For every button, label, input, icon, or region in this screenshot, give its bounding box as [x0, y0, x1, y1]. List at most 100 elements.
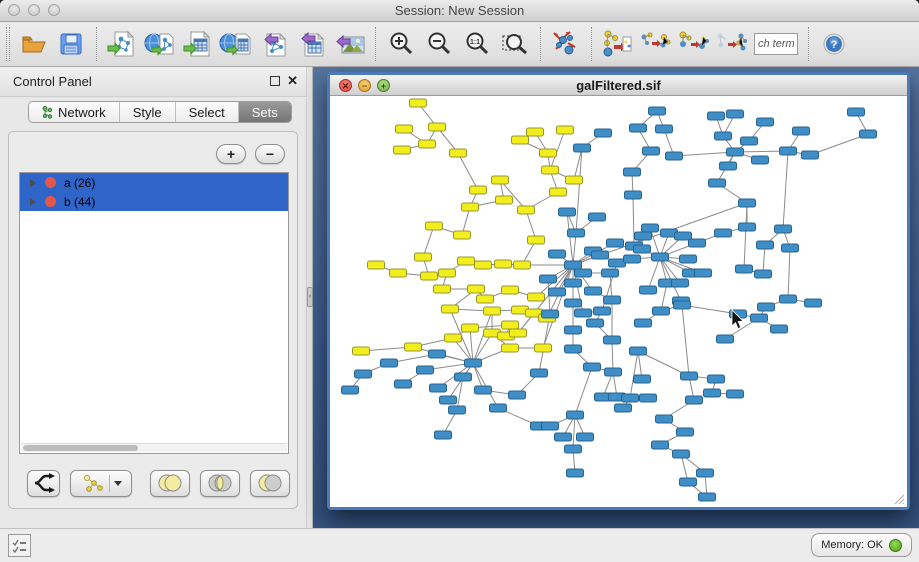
graph-node-yellow[interactable] [502, 286, 519, 294]
graph-node-blue[interactable] [652, 441, 669, 449]
graph-node-blue[interactable] [624, 168, 641, 176]
set-intersection-tool-button[interactable] [676, 27, 710, 61]
graph-node-yellow[interactable] [535, 344, 552, 352]
graph-node-yellow[interactable] [527, 128, 544, 136]
graph-node-blue[interactable] [565, 299, 582, 307]
graph-node-yellow[interactable] [540, 149, 557, 157]
graph-node-blue[interactable] [475, 386, 492, 394]
graph-node-blue[interactable] [577, 433, 594, 441]
graph-node-blue[interactable] [575, 269, 592, 277]
graph-node-blue[interactable] [689, 239, 706, 247]
graph-node-blue[interactable] [757, 118, 774, 126]
graph-node-blue[interactable] [589, 213, 606, 221]
graph-node-blue[interactable] [555, 433, 572, 441]
graph-node-blue[interactable] [417, 366, 434, 374]
task-history-button[interactable] [8, 534, 31, 557]
graph-node-blue[interactable] [565, 445, 582, 453]
graph-node-blue[interactable] [715, 229, 732, 237]
graph-node-blue[interactable] [656, 415, 673, 423]
create-set-from-selection-button[interactable] [70, 470, 132, 497]
graph-node-blue[interactable] [540, 275, 557, 283]
graph-node-blue[interactable] [567, 411, 584, 419]
graph-node-yellow[interactable] [462, 203, 479, 211]
graph-node-yellow[interactable] [492, 176, 509, 184]
graph-node-yellow[interactable] [514, 261, 531, 269]
graph-node-yellow[interactable] [542, 166, 559, 174]
graph-node-blue[interactable] [625, 191, 642, 199]
graph-node-yellow[interactable] [484, 307, 501, 315]
graph-node-blue[interactable] [727, 390, 744, 398]
graph-node-blue[interactable] [595, 129, 612, 137]
graph-node-blue[interactable] [715, 132, 732, 140]
import-network-url-button[interactable] [143, 27, 177, 61]
graph-node-blue[interactable] [640, 286, 657, 294]
graph-node-blue[interactable] [430, 384, 447, 392]
graph-node-blue[interactable] [609, 259, 626, 267]
graph-edge[interactable] [744, 203, 747, 269]
graph-node-blue[interactable] [565, 326, 582, 334]
graph-node-blue[interactable] [607, 239, 624, 247]
graph-node-blue[interactable] [680, 478, 697, 486]
graph-edge[interactable] [612, 340, 613, 372]
zoom-actual-button[interactable]: 1:1 [460, 27, 494, 61]
graph-node-yellow[interactable] [368, 261, 385, 269]
graph-node-blue[interactable] [727, 148, 744, 156]
graph-node-blue[interactable] [802, 151, 819, 159]
graph-node-blue[interactable] [542, 310, 559, 318]
venn-intersection-button[interactable] [200, 470, 240, 497]
graph-node-blue[interactable] [604, 296, 621, 304]
graph-edge[interactable] [575, 367, 592, 415]
graph-node-blue[interactable] [741, 137, 758, 145]
graph-node-blue[interactable] [575, 309, 592, 317]
graph-node-blue[interactable] [793, 127, 810, 135]
graph-node-blue[interactable] [630, 347, 647, 355]
graph-node-blue[interactable] [680, 255, 697, 263]
graph-node-yellow[interactable] [426, 222, 443, 230]
graph-node-yellow[interactable] [518, 206, 535, 214]
scrollbar-thumb[interactable] [23, 445, 138, 451]
graph-node-blue[interactable] [449, 406, 466, 414]
graph-node-blue[interactable] [672, 279, 689, 287]
graph-node-blue[interactable] [634, 245, 651, 253]
graph-node-blue[interactable] [429, 350, 446, 358]
graph-node-blue[interactable] [559, 208, 576, 216]
network-view-window[interactable]: ✕ − + galFiltered.sif [327, 72, 910, 510]
graph-node-yellow[interactable] [502, 344, 519, 352]
graph-node-blue[interactable] [708, 375, 725, 383]
set-difference-tool-button[interactable] [714, 27, 748, 61]
graph-node-blue[interactable] [435, 431, 452, 439]
graph-node-blue[interactable] [848, 108, 865, 116]
graph-node-blue[interactable] [758, 303, 775, 311]
zoom-out-button[interactable] [422, 27, 456, 61]
zoom-selected-button[interactable] [498, 27, 532, 61]
graph-node-yellow[interactable] [450, 149, 467, 157]
export-network-button[interactable] [257, 27, 291, 61]
graph-node-yellow[interactable] [495, 260, 512, 268]
import-table-file-button[interactable] [181, 27, 215, 61]
graph-node-blue[interactable] [686, 396, 703, 404]
graph-node-blue[interactable] [677, 428, 694, 436]
graph-node-blue[interactable] [805, 299, 822, 307]
list-item-set-a[interactable]: a (26) [20, 173, 288, 192]
set-union-tool-button[interactable] [638, 27, 672, 61]
expand-arrow-icon[interactable] [30, 198, 36, 206]
graph-node-blue[interactable] [381, 359, 398, 367]
graph-node-blue[interactable] [602, 269, 619, 277]
graph-node-blue[interactable] [587, 319, 604, 327]
import-table-url-button[interactable] [219, 27, 253, 61]
graph-node-blue[interactable] [720, 162, 737, 170]
graph-node-yellow[interactable] [394, 146, 411, 154]
graph-node-blue[interactable] [775, 225, 792, 233]
close-panel-button[interactable]: ✕ [287, 73, 298, 89]
tab-network[interactable]: Network [29, 102, 120, 122]
graph-node-blue[interactable] [574, 144, 591, 152]
graph-node-blue[interactable] [622, 394, 639, 402]
graph-node-blue[interactable] [549, 288, 566, 296]
horizontal-scrollbar[interactable] [21, 443, 287, 452]
export-image-button[interactable] [333, 27, 367, 61]
graph-node-blue[interactable] [757, 241, 774, 249]
graph-node-blue[interactable] [615, 404, 632, 412]
graph-node-yellow[interactable] [510, 329, 527, 337]
open-file-button[interactable] [16, 27, 50, 61]
graph-node-blue[interactable] [695, 269, 712, 277]
